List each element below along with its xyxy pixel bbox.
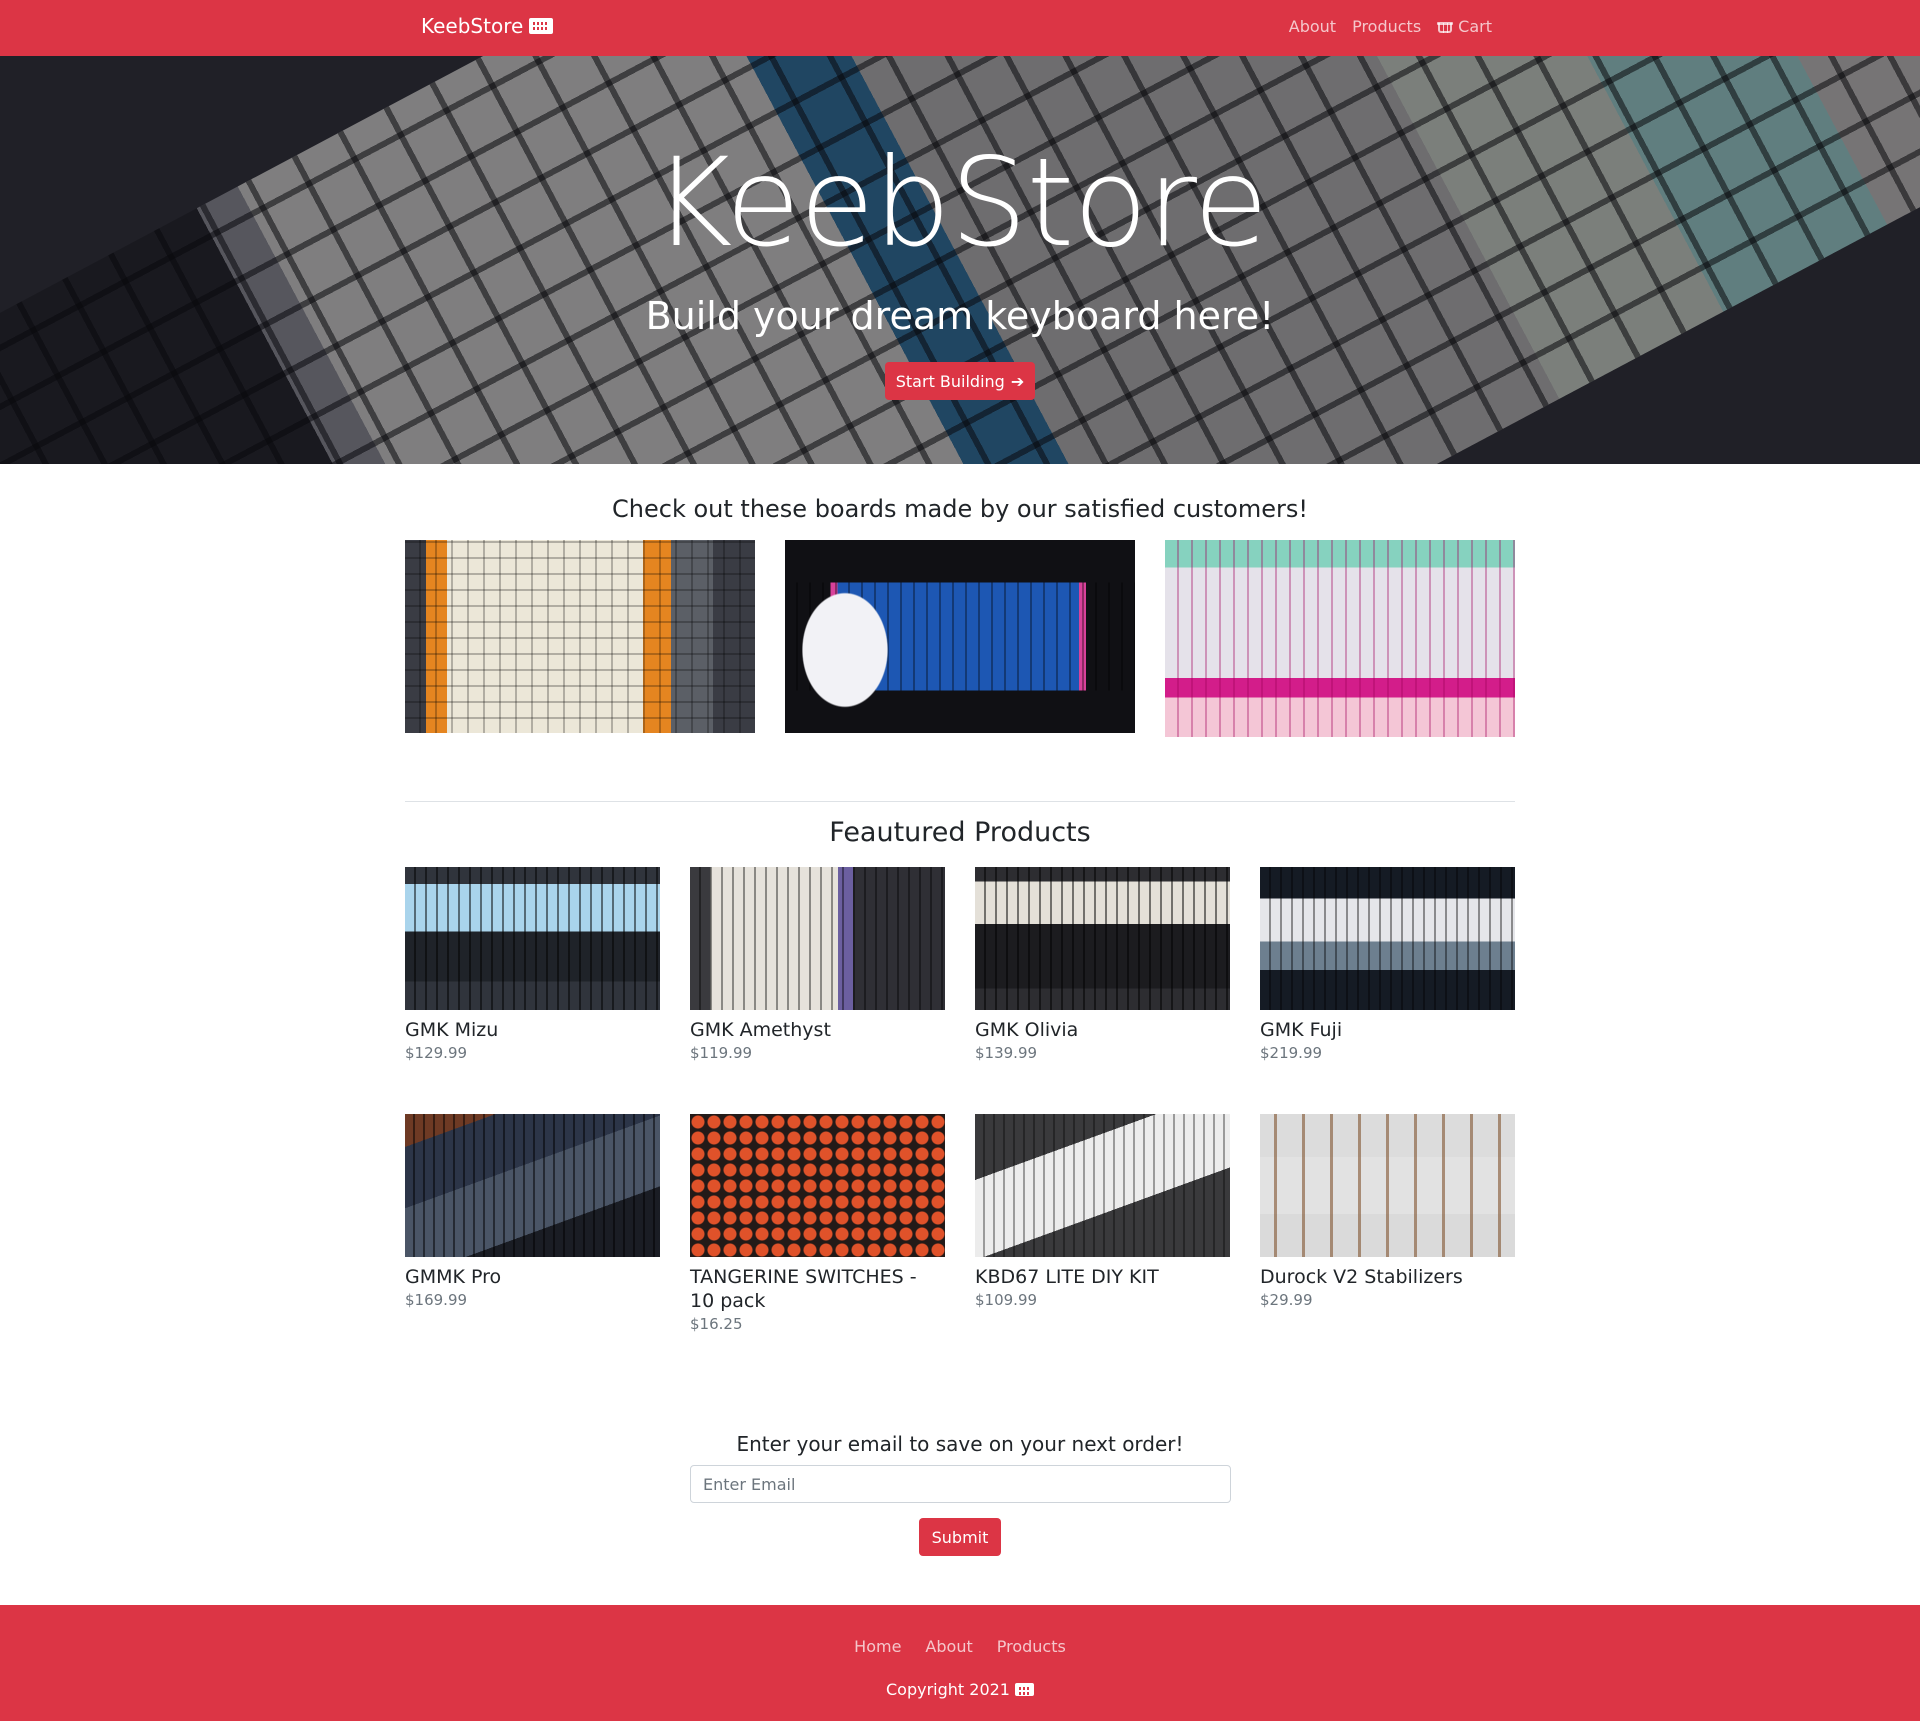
nav-link-products[interactable]: Products — [1352, 17, 1421, 36]
product-price: $129.99 — [405, 1044, 468, 1062]
brand-link[interactable]: KeebStore — [421, 14, 554, 38]
product-name[interactable]: GMK Fuji — [1260, 1018, 1515, 1042]
product-name[interactable]: GMK Amethyst — [690, 1018, 945, 1042]
product-price: $29.99 — [1260, 1291, 1313, 1309]
copyright-text: Copyright 2021 — [0, 1680, 1920, 1699]
keyboard-icon — [1014, 1683, 1034, 1696]
footer: Home About Products Copyright 2021 — [0, 1605, 1920, 1721]
product-price: $119.99 — [690, 1044, 753, 1062]
customer-board-image — [1165, 540, 1515, 737]
customer-board-image — [405, 540, 755, 733]
product-card[interactable]: GMK Mizu $129.99 — [405, 867, 660, 1062]
copyright-label: Copyright 2021 — [886, 1680, 1010, 1699]
product-image[interactable] — [690, 1114, 945, 1257]
product-name[interactable]: GMK Mizu — [405, 1018, 660, 1042]
product-image[interactable] — [690, 867, 945, 1010]
product-card[interactable]: GMK Amethyst $119.99 — [690, 867, 945, 1062]
product-price: $219.99 — [1260, 1044, 1323, 1062]
product-image[interactable] — [405, 1114, 660, 1257]
nav-links: About Products Cart — [1289, 17, 1492, 36]
product-card[interactable]: TANGERINE SWITCHES - 10 pack $16.25 — [690, 1114, 945, 1333]
start-building-label: Start Building — [895, 371, 1005, 391]
nav-link-about[interactable]: About — [1289, 17, 1336, 36]
hero-subtitle: Build your dream keyboard here! — [645, 294, 1275, 338]
product-name[interactable]: Durock V2 Stabilizers — [1260, 1265, 1515, 1289]
product-image[interactable] — [975, 867, 1230, 1010]
product-card[interactable]: GMK Olivia $139.99 — [975, 867, 1230, 1062]
product-price: $109.99 — [975, 1291, 1038, 1309]
product-price: $169.99 — [405, 1291, 468, 1309]
product-image[interactable] — [405, 867, 660, 1010]
brand-label: KeebStore — [421, 14, 524, 38]
customer-boards-heading: Check out these boards made by our satis… — [612, 495, 1308, 523]
footer-link-home[interactable]: Home — [854, 1637, 901, 1656]
basket-icon — [1437, 20, 1454, 33]
product-image[interactable] — [975, 1114, 1230, 1257]
featured-products-heading: Feautured Products — [829, 817, 1091, 848]
customer-board-image — [785, 540, 1135, 733]
section-divider — [405, 801, 1515, 802]
product-price: $139.99 — [975, 1044, 1038, 1062]
product-card[interactable]: KBD67 LITE DIY KIT $109.99 — [975, 1114, 1230, 1309]
product-image[interactable] — [1260, 1114, 1515, 1257]
start-building-button[interactable]: Start Building ➔ — [885, 362, 1035, 400]
footer-links: Home About Products — [0, 1637, 1920, 1656]
navbar: KeebStore About Products Cart — [0, 0, 1920, 56]
product-price: $16.25 — [690, 1315, 743, 1333]
product-image[interactable] — [1260, 867, 1515, 1010]
product-name[interactable]: GMK Olivia — [975, 1018, 1230, 1042]
arrow-right-icon: ➔ — [1010, 371, 1025, 391]
product-card[interactable]: GMK Fuji $219.99 — [1260, 867, 1515, 1062]
product-name[interactable]: TANGERINE SWITCHES - 10 pack — [690, 1265, 945, 1313]
product-name[interactable]: KBD67 LITE DIY KIT — [975, 1265, 1230, 1289]
hero-title: KeebStore — [652, 132, 1269, 274]
hero-banner: KeebStore Build your dream keyboard here… — [0, 56, 1920, 464]
newsletter-heading: Enter your email to save on your next or… — [736, 1432, 1184, 1456]
footer-link-products[interactable]: Products — [997, 1637, 1066, 1656]
email-field[interactable] — [690, 1465, 1231, 1503]
product-name[interactable]: GMMK Pro — [405, 1265, 660, 1289]
submit-button[interactable]: Submit — [919, 1518, 1001, 1556]
product-card[interactable]: GMMK Pro $169.99 — [405, 1114, 660, 1309]
keyboard-icon — [529, 18, 554, 34]
nav-link-cart-label: Cart — [1458, 17, 1492, 36]
footer-link-about[interactable]: About — [925, 1637, 972, 1656]
product-card[interactable]: Durock V2 Stabilizers $29.99 — [1260, 1114, 1515, 1309]
nav-link-cart[interactable]: Cart — [1437, 17, 1492, 36]
